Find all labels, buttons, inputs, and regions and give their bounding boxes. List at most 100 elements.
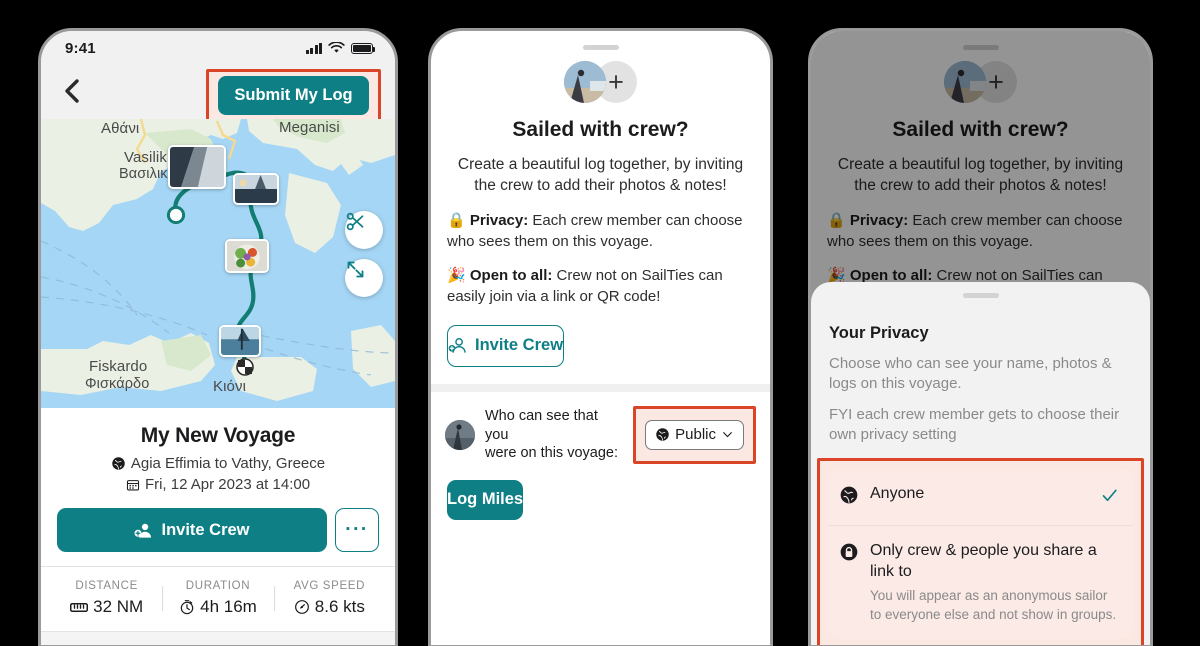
- avatar-photo-small: [445, 419, 475, 450]
- nav-bar: Submit My Log: [41, 65, 395, 122]
- party-emoji-icon: 🎉: [447, 267, 466, 285]
- battery-icon: [351, 42, 376, 54]
- add-person-icon: [134, 523, 152, 538]
- privacy-chip[interactable]: Public: [645, 419, 744, 450]
- calendar-icon: [126, 479, 140, 490]
- sheet-grabber[interactable]: [582, 45, 619, 50]
- status-icons: [305, 42, 376, 54]
- bullet-title: Privacy:: [469, 211, 529, 229]
- privacy-question-line1: Who can see that you: [485, 408, 598, 443]
- crew-sheet-heading: Sailed with crew?: [512, 118, 689, 141]
- stopwatch-icon: [180, 600, 194, 615]
- chevron-down-icon: [723, 432, 732, 438]
- globe-icon: [112, 457, 125, 470]
- back-chevron-icon[interactable]: [61, 77, 83, 105]
- crew-avatars: +: [811, 61, 1150, 103]
- crew-sheet-heading: Sailed with crew?: [892, 118, 1069, 141]
- plus-icon: +: [988, 66, 1004, 97]
- stat-value-wrap: 32 NM: [51, 597, 162, 617]
- status-time: 9:41: [65, 39, 96, 57]
- map-label: Fiskardo: [89, 358, 148, 375]
- signal-bars-icon: [305, 42, 322, 54]
- privacy-option-body: Only crew & people you share a link to Y…: [870, 541, 1119, 623]
- stat-label: AVG SPEED: [293, 580, 366, 592]
- map-label: Vasilik: [124, 149, 167, 166]
- stat-label: DURATION: [185, 580, 251, 592]
- privacy-option-label: Only crew & people you share a link to: [870, 542, 1097, 580]
- privacy-option-only-crew[interactable]: Only crew & people you share a link to Y…: [828, 525, 1133, 638]
- stat-distance: DISTANCE 32 NM: [51, 580, 162, 617]
- privacy-row: Who can see that you were on this voyage…: [431, 392, 770, 464]
- map-label: Φισκάρδο: [85, 376, 150, 392]
- checkered-flag-icon: [236, 358, 254, 376]
- plus-icon: +: [608, 66, 624, 97]
- add-person-icon: [448, 338, 466, 353]
- wifi-icon: [328, 42, 345, 53]
- bullet-open-to-all: 🎉 Open to all: Crew not on SailTies can …: [431, 266, 770, 307]
- section-divider: [431, 383, 770, 392]
- lock-icon: [839, 542, 859, 567]
- ruler-icon: [70, 602, 89, 612]
- map-photo-thumb[interactable]: [225, 239, 269, 273]
- map-photo-thumb[interactable]: [168, 145, 226, 189]
- crew-sheet-paragraph: Create a beautiful log together, by invi…: [457, 156, 744, 194]
- privacy-option-anyone[interactable]: Anyone: [828, 469, 1133, 525]
- map-label: Κιόνι: [213, 378, 247, 395]
- bottom-panel-spacer: [41, 631, 395, 645]
- user-avatar[interactable]: [564, 61, 606, 103]
- stat-value: 4h 16m: [200, 597, 257, 616]
- crew-avatars: +: [431, 61, 770, 103]
- sheet-grabber: [962, 45, 999, 50]
- invite-crew-button[interactable]: Invite Crew: [57, 508, 327, 552]
- screenshot-stage: 9:41 Submit My Log Αθάνι Meganisi Vasili…: [0, 0, 1200, 646]
- lock-emoji-icon: 🔒: [827, 211, 846, 229]
- globe-icon: [656, 428, 669, 441]
- privacy-option-description: You will appear as an anonymous sailor t…: [870, 588, 1117, 622]
- log-miles-button[interactable]: Log Miles: [447, 479, 524, 520]
- invite-crew-label: Invite Crew: [161, 520, 250, 539]
- voyage-map[interactable]: Αθάνι Meganisi Vasilik Βασιλικη Fiskardo…: [41, 119, 395, 408]
- map-label: Meganisi: [279, 119, 340, 136]
- phone-crew-sheet: + Sailed with crew? Create a beautiful l…: [428, 28, 773, 646]
- privacy-option-label: Anyone: [870, 485, 925, 503]
- privacy-sheet-para2: FYI each crew member gets to choose thei…: [829, 406, 1120, 444]
- privacy-chip-value: Public: [675, 426, 716, 444]
- voyage-location: Agia Effimia to Vathy, Greece: [57, 455, 379, 472]
- map-cut-button[interactable]: [345, 211, 383, 249]
- stat-duration: DURATION 4h 16m: [162, 580, 273, 617]
- map-photo-thumb[interactable]: [233, 173, 279, 205]
- user-avatar-small[interactable]: [445, 419, 475, 450]
- avatar-photo: [944, 61, 986, 103]
- map-expand-button[interactable]: [345, 259, 383, 297]
- invite-crew-button[interactable]: Invite Crew: [447, 324, 565, 367]
- scissors-icon: [346, 212, 364, 231]
- status-bar: 9:41: [41, 31, 395, 65]
- speedometer-icon: [294, 600, 309, 614]
- invite-crew-label: Invite Crew: [475, 336, 564, 355]
- voyage-date: Fri, 12 Apr 2023 at 14:00: [57, 476, 379, 493]
- voyage-date-text: Fri, 12 Apr 2023 at 14:00: [144, 476, 311, 493]
- stat-avg-speed: AVG SPEED 8.6 kts: [273, 580, 385, 617]
- stat-label: DISTANCE: [75, 580, 138, 592]
- check-icon: [1100, 486, 1119, 510]
- bullet-title: Open to all:: [469, 267, 553, 285]
- voyage-stats: DISTANCE 32 NM DURATION 4h 16m AVG SPEED…: [41, 566, 395, 631]
- phone-privacy-sheet: + Sailed with crew? Create a beautiful l…: [808, 28, 1153, 646]
- more-options-button[interactable]: ···: [335, 508, 379, 552]
- map-label: Αθάνι: [101, 120, 140, 137]
- privacy-question: Who can see that you were on this voyage…: [485, 407, 623, 461]
- map-photo-thumb[interactable]: [219, 325, 261, 357]
- privacy-question-line2: were on this voyage:: [485, 444, 618, 461]
- bullet-privacy: 🔒 Privacy: Each crew member can choose w…: [431, 211, 770, 252]
- voyage-actions: Invite Crew ···: [57, 508, 379, 566]
- privacy-options-card: Anyone Only crew & people you share a li…: [828, 469, 1133, 639]
- voyage-location-text: Agia Effimia to Vathy, Greece: [130, 455, 326, 472]
- voyage-info: My New Voyage Agia Effimia to Vathy, Gre…: [41, 408, 395, 566]
- phone-voyage-detail: 9:41 Submit My Log Αθάνι Meganisi Vasili…: [38, 28, 398, 646]
- bullet-title: Privacy:: [849, 211, 909, 229]
- globe-icon: [839, 485, 859, 510]
- privacy-chip-highlight: Public: [633, 405, 756, 464]
- stat-value-wrap: 8.6 kts: [274, 597, 385, 617]
- submit-log-button[interactable]: Submit My Log: [218, 76, 369, 115]
- submit-log-highlight: Submit My Log: [206, 69, 381, 122]
